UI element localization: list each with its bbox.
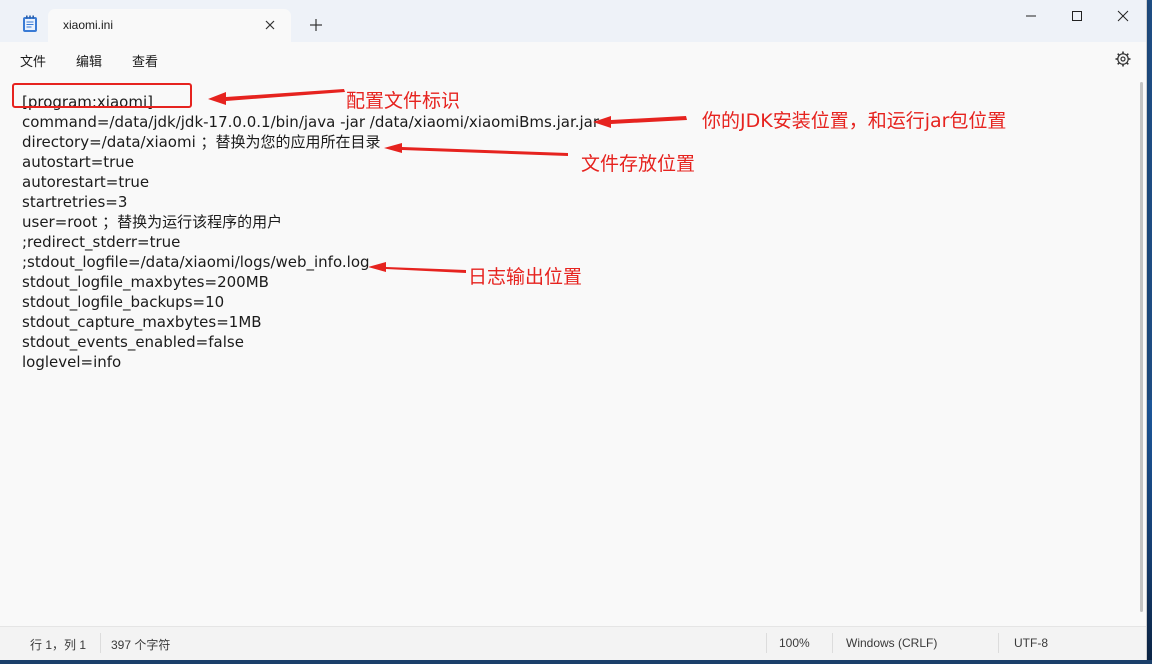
status-divider	[832, 633, 833, 653]
editor-line: ;redirect_stderr=true	[22, 233, 181, 251]
zoom-level[interactable]: 100%	[779, 636, 810, 650]
editor-line: startretries=3	[22, 193, 128, 211]
taskbar-edge	[0, 660, 1152, 664]
maximize-icon	[1072, 11, 1082, 21]
editor-line: stdout_capture_maxbytes=1MB	[22, 313, 262, 331]
status-bar: 行 1，列 1 397 个字符 100% Windows (CRLF) UTF-…	[0, 626, 1146, 661]
editor-line: autostart=true	[22, 153, 135, 171]
editor-line: command=/data/jdk/jdk-17.0.0.1/bin/java …	[22, 113, 600, 131]
minimize-icon	[1026, 15, 1036, 17]
annotation-config-id: 配置文件标识	[346, 90, 461, 112]
line-ending[interactable]: Windows (CRLF)	[846, 636, 937, 650]
annotation-jdk-path: 你的JDK安装位置，和运行jar包位置	[702, 110, 1007, 132]
status-divider	[998, 633, 999, 653]
editor-line: stdout_logfile_backups=10	[22, 293, 225, 311]
editor-lines: [program:xiaomi] command=/data/jdk/jdk-1…	[22, 92, 599, 372]
encoding[interactable]: UTF-8	[1014, 636, 1048, 650]
settings-gear-icon[interactable]	[1114, 50, 1132, 68]
tab-xiaomi-ini[interactable]: xiaomi.ini	[48, 9, 291, 42]
notepad-app-icon	[23, 15, 37, 32]
highlight-box	[12, 83, 192, 108]
status-divider	[766, 633, 767, 653]
scrollbar-thumb[interactable]	[1140, 82, 1143, 612]
close-tab-icon[interactable]	[263, 18, 277, 32]
close-icon	[1117, 10, 1129, 22]
annotation-log-output: 日志输出位置	[468, 266, 583, 288]
character-count: 397 个字符	[111, 638, 171, 652]
menu-bar: 文件 编辑 查看	[0, 42, 1146, 76]
close-window-button[interactable]	[1100, 4, 1146, 30]
menu-view[interactable]: 查看	[132, 51, 158, 70]
menu-file[interactable]: 文件	[20, 51, 46, 70]
menu-edit[interactable]: 编辑	[76, 51, 102, 70]
editor-line: directory=/data/xiaomi ；替换为您的应用所在目录	[22, 133, 381, 151]
new-tab-plus-icon[interactable]	[309, 18, 323, 32]
editor-line: autorestart=true	[22, 173, 150, 191]
title-bar: xiaomi.ini	[0, 0, 1146, 42]
annotation-file-location: 文件存放位置	[581, 153, 696, 175]
editor-line: loglevel=info	[22, 353, 122, 371]
notepad-window: xiaomi.ini 文件 编辑 查看 [program:xiaomi] com…	[0, 0, 1147, 662]
tab-title: xiaomi.ini	[63, 18, 114, 32]
status-divider	[100, 633, 101, 653]
text-editor[interactable]: [program:xiaomi] command=/data/jdk/jdk-1…	[0, 76, 1146, 626]
minimize-button[interactable]	[1008, 4, 1054, 30]
editor-line: user=root ；替换为运行该程序的用户	[22, 213, 283, 231]
maximize-button[interactable]	[1054, 4, 1100, 30]
editor-line: stdout_events_enabled=false	[22, 333, 244, 351]
cursor-position[interactable]: 行 1，列 1	[30, 636, 86, 653]
